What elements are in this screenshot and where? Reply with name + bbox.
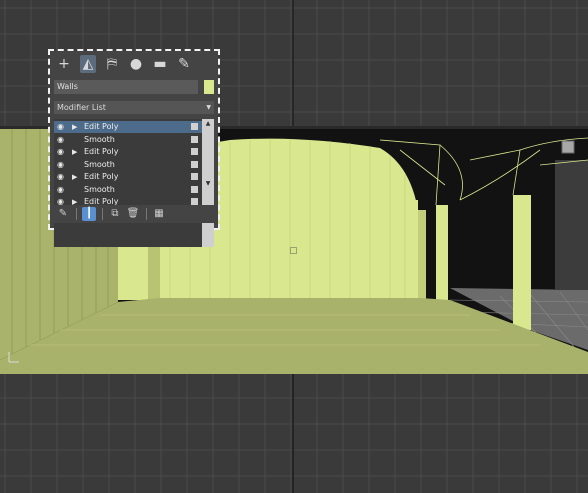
configure-sets-icon[interactable]: ▦ [152,207,166,221]
utilities-tab-icon[interactable]: ✎ [176,55,192,73]
modifier-toggle-icon[interactable] [191,148,198,155]
eye-icon[interactable]: ◉ [57,172,67,182]
modifier-stack-item[interactable]: ◉ Smooth [54,134,202,146]
viewcube-icon[interactable] [561,140,575,154]
modifier-toggle-icon[interactable] [191,185,198,193]
modifier-stack-item[interactable]: ◉ ▶ Edit Poly [54,121,202,133]
modifier-stack-toolbar: ✎ ┃ ⧉ 🗑 ▦ [54,205,214,223]
eye-icon[interactable]: ◉ [57,160,67,170]
expand-arrow-icon[interactable]: ▶ [72,121,77,133]
modifier-stack[interactable]: ◉ ▶ Edit Poly ◉ Smooth ◉ ▶ Edit Poly ◉ Smooth ◉ ▶ Ed… [54,119,214,247]
toolbar-divider [76,208,77,220]
eye-icon[interactable]: ◉ [57,122,67,132]
modifier-toggle-icon[interactable] [191,135,198,143]
object-name-row: Walls [54,80,214,94]
scroll-down-icon[interactable]: ▼ [202,179,214,189]
modifier-toggle-icon[interactable] [191,198,198,205]
modifier-toggle-icon[interactable] [191,160,198,168]
object-name-field[interactable]: Walls [54,80,198,94]
modifier-stack-item-label: Edit Poly [84,122,119,131]
eye-icon[interactable]: ◉ [57,135,67,145]
eye-icon[interactable]: ◉ [57,147,67,157]
modifier-stack-item[interactable]: ◉ ▶ Edit Poly [54,146,202,158]
modifier-list-dropdown[interactable]: Modifier List ▼ [54,101,214,114]
modifier-stack-scrollbar[interactable]: ▲ ▼ [202,119,214,247]
modifier-toggle-icon[interactable] [191,123,198,130]
show-end-result-icon[interactable]: ┃ [82,207,96,221]
modifier-stack-item[interactable]: ◉ Smooth [54,184,202,196]
create-tab-icon[interactable]: + [56,55,72,73]
modifier-stack-item-label: Edit Poly [84,172,119,181]
modifier-stack-item-label: Smooth [84,184,115,194]
make-unique-icon[interactable]: ⧉ [108,207,122,221]
modifier-list-label: Modifier List [57,103,106,112]
modifier-stack-item-label: Smooth [84,159,115,169]
object-color-swatch[interactable] [204,80,214,94]
modifier-stack-item[interactable]: ◉ Smooth [54,159,202,171]
eye-icon[interactable]: ◉ [57,185,67,195]
pivot-marker [290,247,297,254]
delete-modifier-icon[interactable]: 🗑 [126,207,140,221]
command-panel: + ◭ ⛿ ● ▬ ✎ Walls Modifier List ▼ ◉ ▶ Edit… [48,49,220,247]
toolbar-divider [146,208,147,220]
command-panel-tabs: + ◭ ⛿ ● ▬ ✎ [54,55,214,75]
pin-stack-icon[interactable]: ✎ [56,207,70,221]
toolbar-divider [102,208,103,220]
modifier-stack-item-label: Smooth [84,134,115,144]
modifier-stack-item-label: Edit Poly [84,147,119,156]
modifier-toggle-icon[interactable] [191,173,198,180]
chevron-down-icon: ▼ [206,104,211,111]
modify-tab-icon[interactable]: ◭ [80,55,96,73]
scroll-up-icon[interactable]: ▲ [202,119,214,129]
expand-arrow-icon[interactable]: ▶ [72,171,77,183]
display-tab-icon[interactable]: ▬ [152,55,168,73]
hierarchy-tab-icon[interactable]: ⛿ [104,55,120,73]
modifier-stack-item[interactable]: ◉ ▶ Edit Poly [54,171,202,183]
motion-tab-icon[interactable]: ● [128,55,144,73]
expand-arrow-icon[interactable]: ▶ [72,146,77,158]
